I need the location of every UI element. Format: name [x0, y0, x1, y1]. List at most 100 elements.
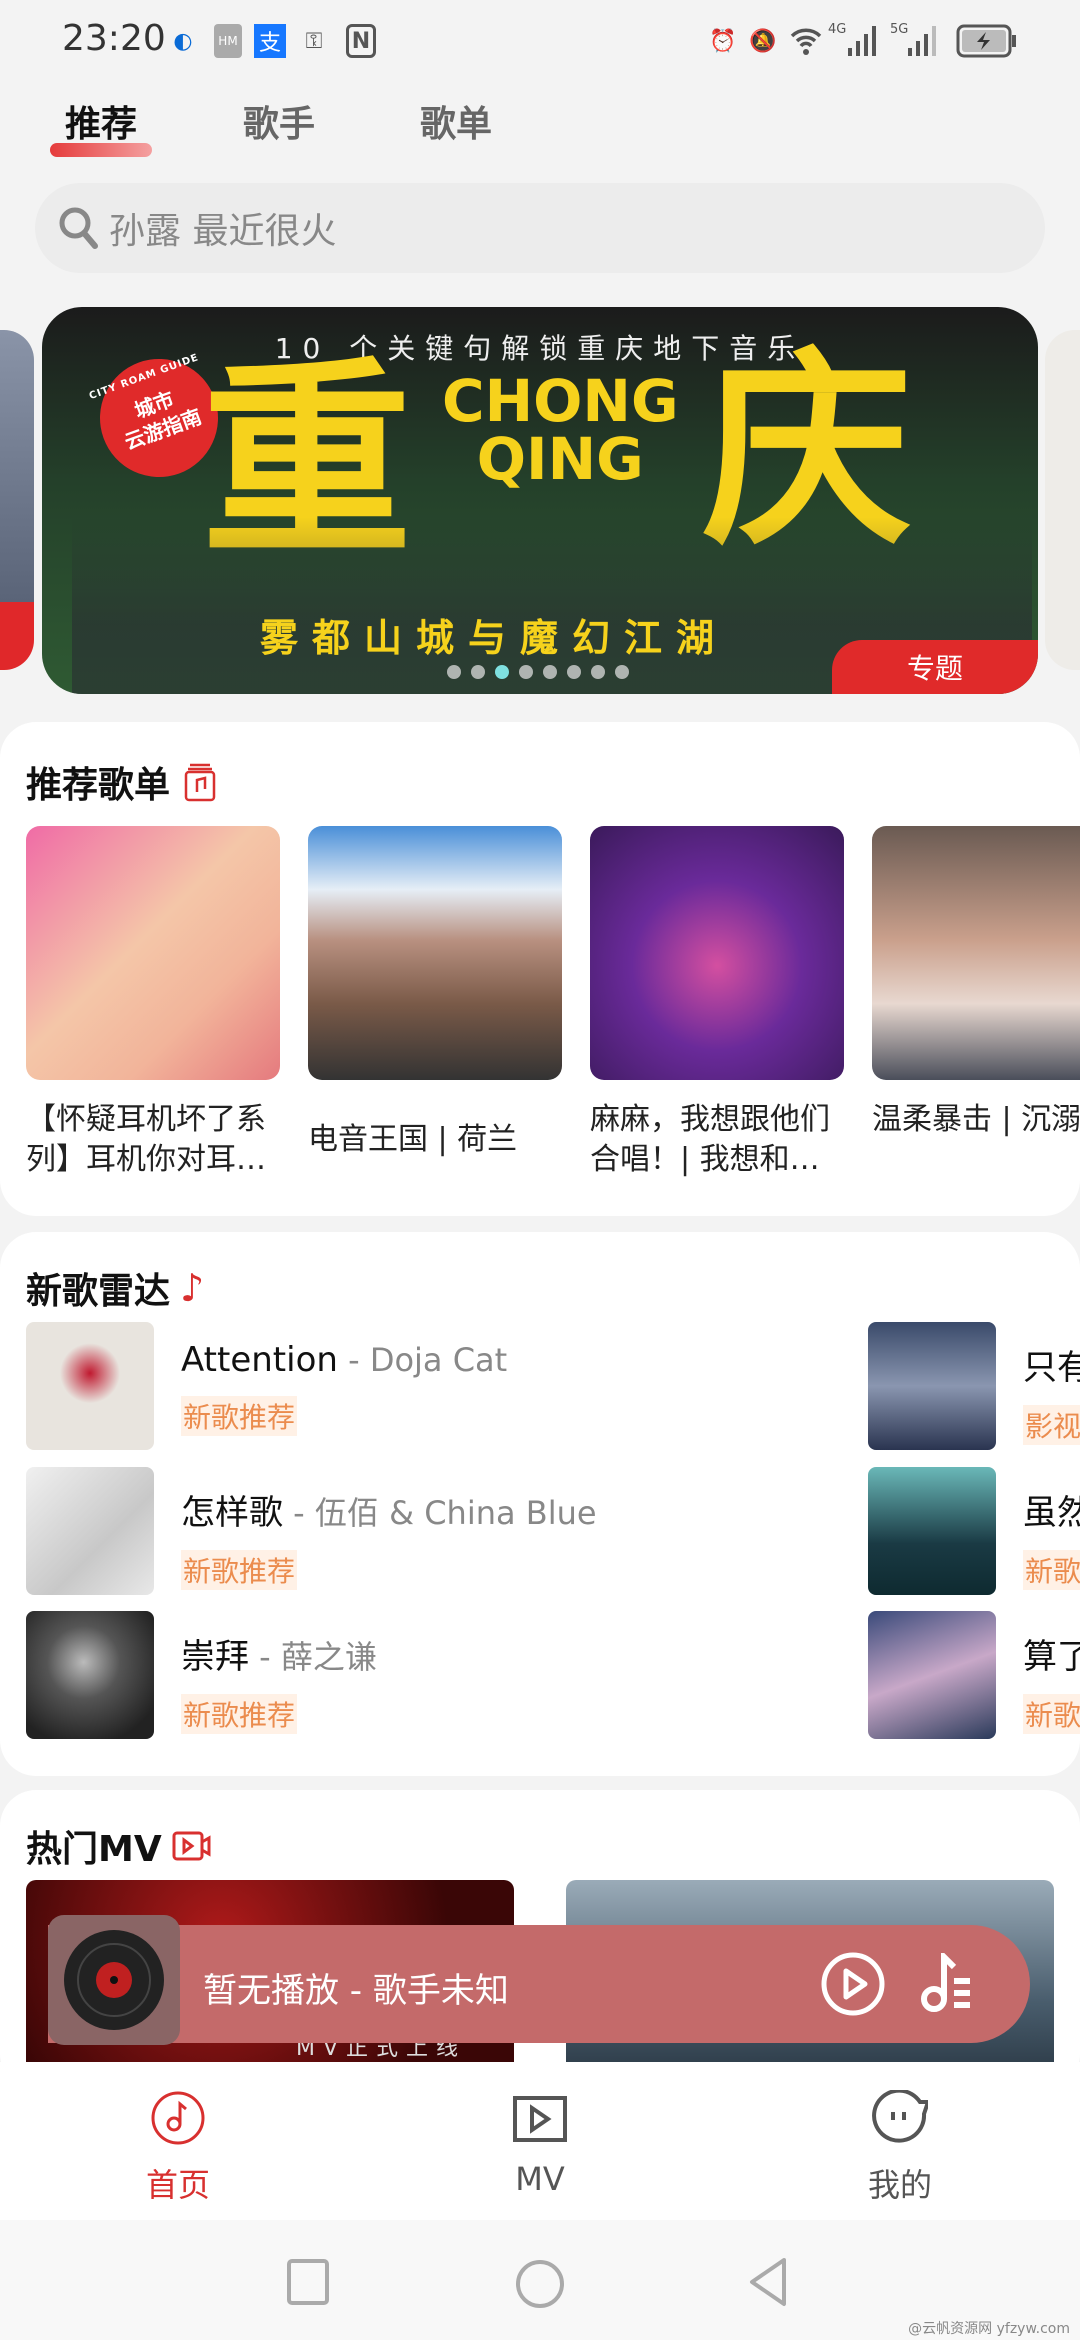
song-cover [868, 1611, 996, 1739]
song-title: 怎样歌 [181, 1493, 283, 1533]
song-tag: 影视 [1023, 1405, 1080, 1445]
search-placeholder: 孙露 最近很火 [109, 211, 337, 252]
carousel-dot[interactable] [495, 665, 509, 679]
playlist-cover [308, 826, 562, 1080]
song-tag: 新歌推荐 [181, 1396, 298, 1436]
tab-recommend[interactable]: 推荐 [65, 95, 137, 147]
carousel-dot[interactable] [615, 665, 629, 679]
carousel-dot[interactable] [519, 665, 533, 679]
section-title: 新歌雷达 [26, 1271, 171, 1312]
key-icon: ⚿ [305, 28, 323, 54]
play-button[interactable] [820, 1951, 886, 2017]
song-artist: 伍佰 & China Blue [314, 1494, 597, 1532]
song-item[interactable]: Attention - Doja Cat 新歌推荐 [26, 1322, 507, 1450]
nav-label: 首页 [145, 2166, 210, 2204]
system-nav-bar: @云帆资源网 yfzyw.com [0, 2220, 1080, 2340]
video-icon [172, 1831, 211, 1861]
playlist-icon [184, 763, 216, 802]
tab-singers[interactable]: 歌手 [243, 95, 315, 147]
banner-prev-peek[interactable] [0, 330, 34, 670]
battery-charging-icon [956, 24, 1016, 58]
recents-button[interactable] [286, 2258, 330, 2306]
song-cover [26, 1467, 154, 1595]
hmos-icon: HM [214, 24, 242, 58]
song-title: 只有 [1023, 1348, 1080, 1388]
carousel-dots[interactable] [447, 665, 629, 679]
section-title: 热门MV [26, 1829, 162, 1870]
alarm-icon: ⏰ [709, 28, 737, 54]
playlist-cover [590, 826, 844, 1080]
tab-playlists[interactable]: 歌单 [420, 95, 492, 147]
song-cover [26, 1611, 154, 1739]
playlist-name: 麻麻，我想跟他们合唱！| 我想和… [590, 1102, 830, 1177]
new-songs-section: 新歌雷达 ♪ Attention - Doja Cat 新歌推荐 怎样歌 - 伍… [0, 1232, 1080, 1776]
tab-active-indicator [50, 143, 152, 157]
player-now-playing: 暂无播放 - 歌手未知 [203, 1971, 509, 2011]
signal-icon [908, 26, 936, 56]
playlist-card[interactable]: 麻麻，我想跟他们合唱！| 我想和… [590, 826, 844, 1180]
status-bar: 23:20 ◐ HM 支 ⚿ N ⏰ 🔕 4G 5G [0, 0, 1080, 80]
network-4g-label: 4G [828, 22, 847, 37]
signal-icon [848, 26, 876, 56]
song-tag: 新歌 [1023, 1694, 1080, 1734]
alipay-icon: 支 [254, 24, 286, 58]
mini-player[interactable]: 暂无播放 - 歌手未知 [48, 1925, 1030, 2043]
song-title: Attention [181, 1340, 338, 1380]
playlist-name: 温柔暴击 | 沉溺男友音的甜蜜乡 [872, 1102, 1080, 1137]
vinyl-disc-cover[interactable] [48, 1915, 180, 2045]
music-note-icon: ♪ [180, 1266, 205, 1310]
back-button[interactable] [746, 2256, 790, 2308]
playlist-name: 电音王国 | 荷兰 [308, 1122, 518, 1157]
section-title: 推荐歌单 [26, 765, 171, 806]
song-cover [26, 1322, 154, 1450]
song-title: 算了 [1023, 1637, 1080, 1677]
nav-me[interactable]: 我的 [800, 2062, 1000, 2220]
song-item[interactable]: 崇拜 - 薛之谦 新歌推荐 [26, 1611, 377, 1739]
search-input[interactable]: 孙露 最近很火 [35, 183, 1045, 273]
face-icon [872, 2090, 928, 2143]
song-item[interactable]: 怎样歌 - 伍佰 & China Blue 新歌推荐 [26, 1467, 597, 1595]
banner-tag: 专题 [832, 640, 1038, 694]
bottom-nav: 首页 MV 我的 [0, 2062, 1080, 2220]
song-item[interactable]: 只有 影视 [868, 1322, 1080, 1450]
vinyl-icon [64, 1930, 164, 2030]
carousel-dot[interactable] [471, 665, 485, 679]
playlist-cover [26, 826, 280, 1080]
video-play-icon [513, 2096, 567, 2142]
nav-label: MV [515, 2160, 565, 2198]
banner-latin: CHONG QING [442, 367, 679, 493]
nav-label: 我的 [867, 2166, 932, 2204]
song-tag: 新歌推荐 [181, 1694, 298, 1734]
nfc-icon: N [346, 24, 376, 58]
playlist-card[interactable]: 温柔暴击 | 沉溺男友音的甜蜜乡 [872, 826, 1080, 1180]
banner-next-peek[interactable] [1045, 330, 1080, 670]
song-cover [868, 1322, 996, 1450]
recommended-playlists-section: 推荐歌单 【怀疑耳机坏了系列】耳机你对耳… 电音王国 | 荷兰 麻麻，我想跟他们… [0, 722, 1080, 1216]
song-tag: 新歌推荐 [181, 1550, 298, 1590]
playlist-card[interactable]: 电音王国 | 荷兰 [308, 826, 562, 1180]
banner-subtitle: 雾都山城与魔幻江湖 [260, 616, 729, 660]
song-tag: 新歌 [1023, 1550, 1080, 1590]
song-item[interactable]: 算了 新歌 [868, 1611, 1080, 1739]
carousel-dot[interactable] [591, 665, 605, 679]
nav-home[interactable]: 首页 [78, 2062, 278, 2220]
song-artist: Doja Cat [369, 1341, 508, 1379]
playlist-name: 【怀疑耳机坏了系列】耳机你对耳… [26, 1102, 266, 1177]
playlist-card[interactable]: 【怀疑耳机坏了系列】耳机你对耳… [26, 826, 280, 1180]
banner-carousel[interactable]: 10 个关键句解锁重庆地下音乐 CITY ROAM GUIDE 城市 云游指南 … [42, 307, 1038, 694]
search-icon [59, 207, 98, 249]
nav-mv[interactable]: MV [440, 2062, 640, 2220]
carousel-dot[interactable] [447, 665, 461, 679]
status-time: 23:20 [62, 18, 166, 59]
carousel-dot[interactable] [543, 665, 557, 679]
song-item[interactable]: 虽然 新歌 [868, 1467, 1080, 1595]
wifi-icon [788, 24, 824, 58]
carousel-dot[interactable] [567, 665, 581, 679]
song-cover [868, 1467, 996, 1595]
watermark: @云帆资源网 yfzyw.com [908, 2321, 1070, 2337]
mute-icon: 🔕 [749, 28, 777, 54]
music-disc-icon [151, 2091, 205, 2145]
playlist-queue-button[interactable] [920, 1953, 976, 2015]
home-button[interactable] [514, 2258, 566, 2310]
song-title: 崇拜 [181, 1637, 249, 1677]
